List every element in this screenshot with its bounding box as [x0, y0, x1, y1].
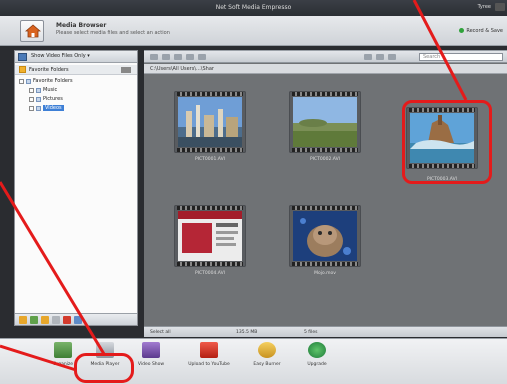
select-all-link[interactable]: Select all	[150, 330, 171, 335]
tree-item-label: Pictures	[43, 96, 63, 102]
record-save-toggle[interactable]: Record & Save	[459, 28, 503, 34]
tree-item[interactable]: Music	[29, 87, 57, 95]
dock-upgrade-button[interactable]: Upgrade	[294, 342, 340, 380]
status-bar: Select all 135.5 MB 5 files	[144, 326, 507, 337]
user-menu[interactable]: Tyree	[478, 4, 491, 10]
star-folder-icon	[19, 66, 26, 73]
expand-icon[interactable]	[29, 105, 34, 111]
search-input[interactable]: Search	[419, 53, 503, 61]
favorites-header-label: Favorite Folders	[29, 67, 69, 73]
thumbnail-image	[178, 211, 242, 261]
media-thumbnail[interactable]	[289, 205, 361, 267]
media-thumbnail[interactable]	[174, 91, 246, 153]
annotation-highlight-box	[402, 100, 492, 184]
up-icon[interactable]	[174, 54, 182, 60]
thumbnail-image	[178, 97, 242, 147]
media-thumbnail[interactable]	[174, 205, 246, 267]
browser-toolbar: Search	[144, 51, 507, 63]
tree-item[interactable]: Videos	[29, 105, 64, 113]
organize-icon	[54, 342, 72, 358]
dock-item-label: Easy Burner	[253, 362, 281, 367]
window-title: Net Soft Media Empresso	[215, 4, 292, 11]
view-large-icon[interactable]	[364, 54, 372, 60]
folder-panel: Show Video Files Only ▾ Favorite Folders…	[14, 50, 138, 326]
expand-icon[interactable]	[19, 78, 24, 84]
thumbnail-caption: PICT0002.AVI	[309, 157, 340, 162]
record-dot-icon	[459, 28, 465, 33]
tree-item[interactable]: Favorite Folders	[19, 78, 73, 86]
flag-icon[interactable]	[63, 316, 71, 324]
window-controls[interactable]	[495, 3, 505, 11]
tree-item-label: Favorite Folders	[33, 78, 73, 84]
dock-easy-burner-button[interactable]: Easy Burner	[244, 342, 290, 380]
tree-item[interactable]: Pictures	[29, 96, 63, 104]
path-bar: C:\Users\All Users\...\Shar	[144, 64, 507, 74]
folder-icon	[36, 87, 41, 93]
folder-icon	[36, 105, 41, 111]
remove-icon[interactable]	[52, 316, 60, 324]
header-band: Media Browser Please select media files …	[0, 16, 507, 46]
upgrade-globe-icon	[308, 342, 326, 358]
settings-icon[interactable]	[74, 316, 82, 324]
thumbnail-caption: PICT0004.AVI	[194, 271, 225, 276]
view-list-icon[interactable]	[376, 54, 384, 60]
thumbnail-caption: PICT0001.AVI	[194, 157, 225, 162]
folder-panel-toolbar: Show Video Files Only ▾	[15, 51, 137, 63]
dock-item-label: Upload to YouTube	[188, 362, 230, 367]
favorites-header[interactable]: Favorite Folders	[15, 65, 137, 75]
folder-icon	[26, 78, 31, 84]
computer-icon	[18, 53, 27, 61]
disc-icon	[258, 342, 276, 358]
folder-panel-footer	[15, 313, 137, 325]
refresh-icon[interactable]	[186, 54, 194, 60]
back-icon[interactable]	[150, 54, 158, 60]
media-thumbnail[interactable]	[289, 91, 361, 153]
home-icon	[25, 24, 41, 38]
youtube-icon	[200, 342, 218, 358]
annotation-highlight-dock	[74, 353, 134, 383]
title-bar: Net Soft Media Empresso Tyree	[0, 0, 507, 16]
tree-item-label: Music	[43, 87, 58, 93]
dock-item-label: Video Show	[137, 362, 165, 367]
media-browser-area: Search C:\Users\All Users\...\Shar PICT0…	[144, 50, 507, 326]
sort-icon[interactable]	[388, 54, 396, 60]
add-favorite-icon[interactable]	[30, 316, 38, 324]
thumbnail-caption: Mojo.mov	[314, 271, 336, 276]
home-button[interactable]	[20, 20, 44, 42]
folder-icon	[36, 96, 41, 102]
file-count: 5 files	[304, 330, 318, 335]
delete-icon[interactable]	[198, 54, 206, 60]
page-subtitle: Please select media files and select an …	[56, 30, 170, 36]
video-show-icon	[142, 342, 160, 358]
dock-item-label: Upgrade	[307, 362, 327, 367]
thumbnail-image	[293, 211, 357, 261]
page-title: Media Browser	[56, 22, 107, 29]
current-path: C:\Users\All Users\...\Shar	[150, 66, 214, 72]
add-folder-icon[interactable]	[19, 316, 27, 324]
expand-icon[interactable]	[29, 96, 34, 102]
record-save-label: Record & Save	[466, 28, 503, 34]
file-filter-dropdown[interactable]: Show Video Files Only ▾	[31, 53, 90, 59]
file-filter-value: Show Video Files Only	[31, 53, 86, 59]
expand-icon[interactable]	[29, 87, 34, 93]
tree-item-label: Videos	[43, 105, 64, 111]
thumbnail-image	[293, 97, 357, 147]
dock-youtube-button[interactable]: Upload to YouTube	[186, 342, 232, 380]
folder-icon[interactable]	[41, 316, 49, 324]
dock-video-show-button[interactable]: Video Show	[128, 342, 174, 380]
forward-icon[interactable]	[162, 54, 170, 60]
total-size: 135.5 MB	[236, 330, 258, 335]
favorites-controls[interactable]	[121, 67, 131, 73]
